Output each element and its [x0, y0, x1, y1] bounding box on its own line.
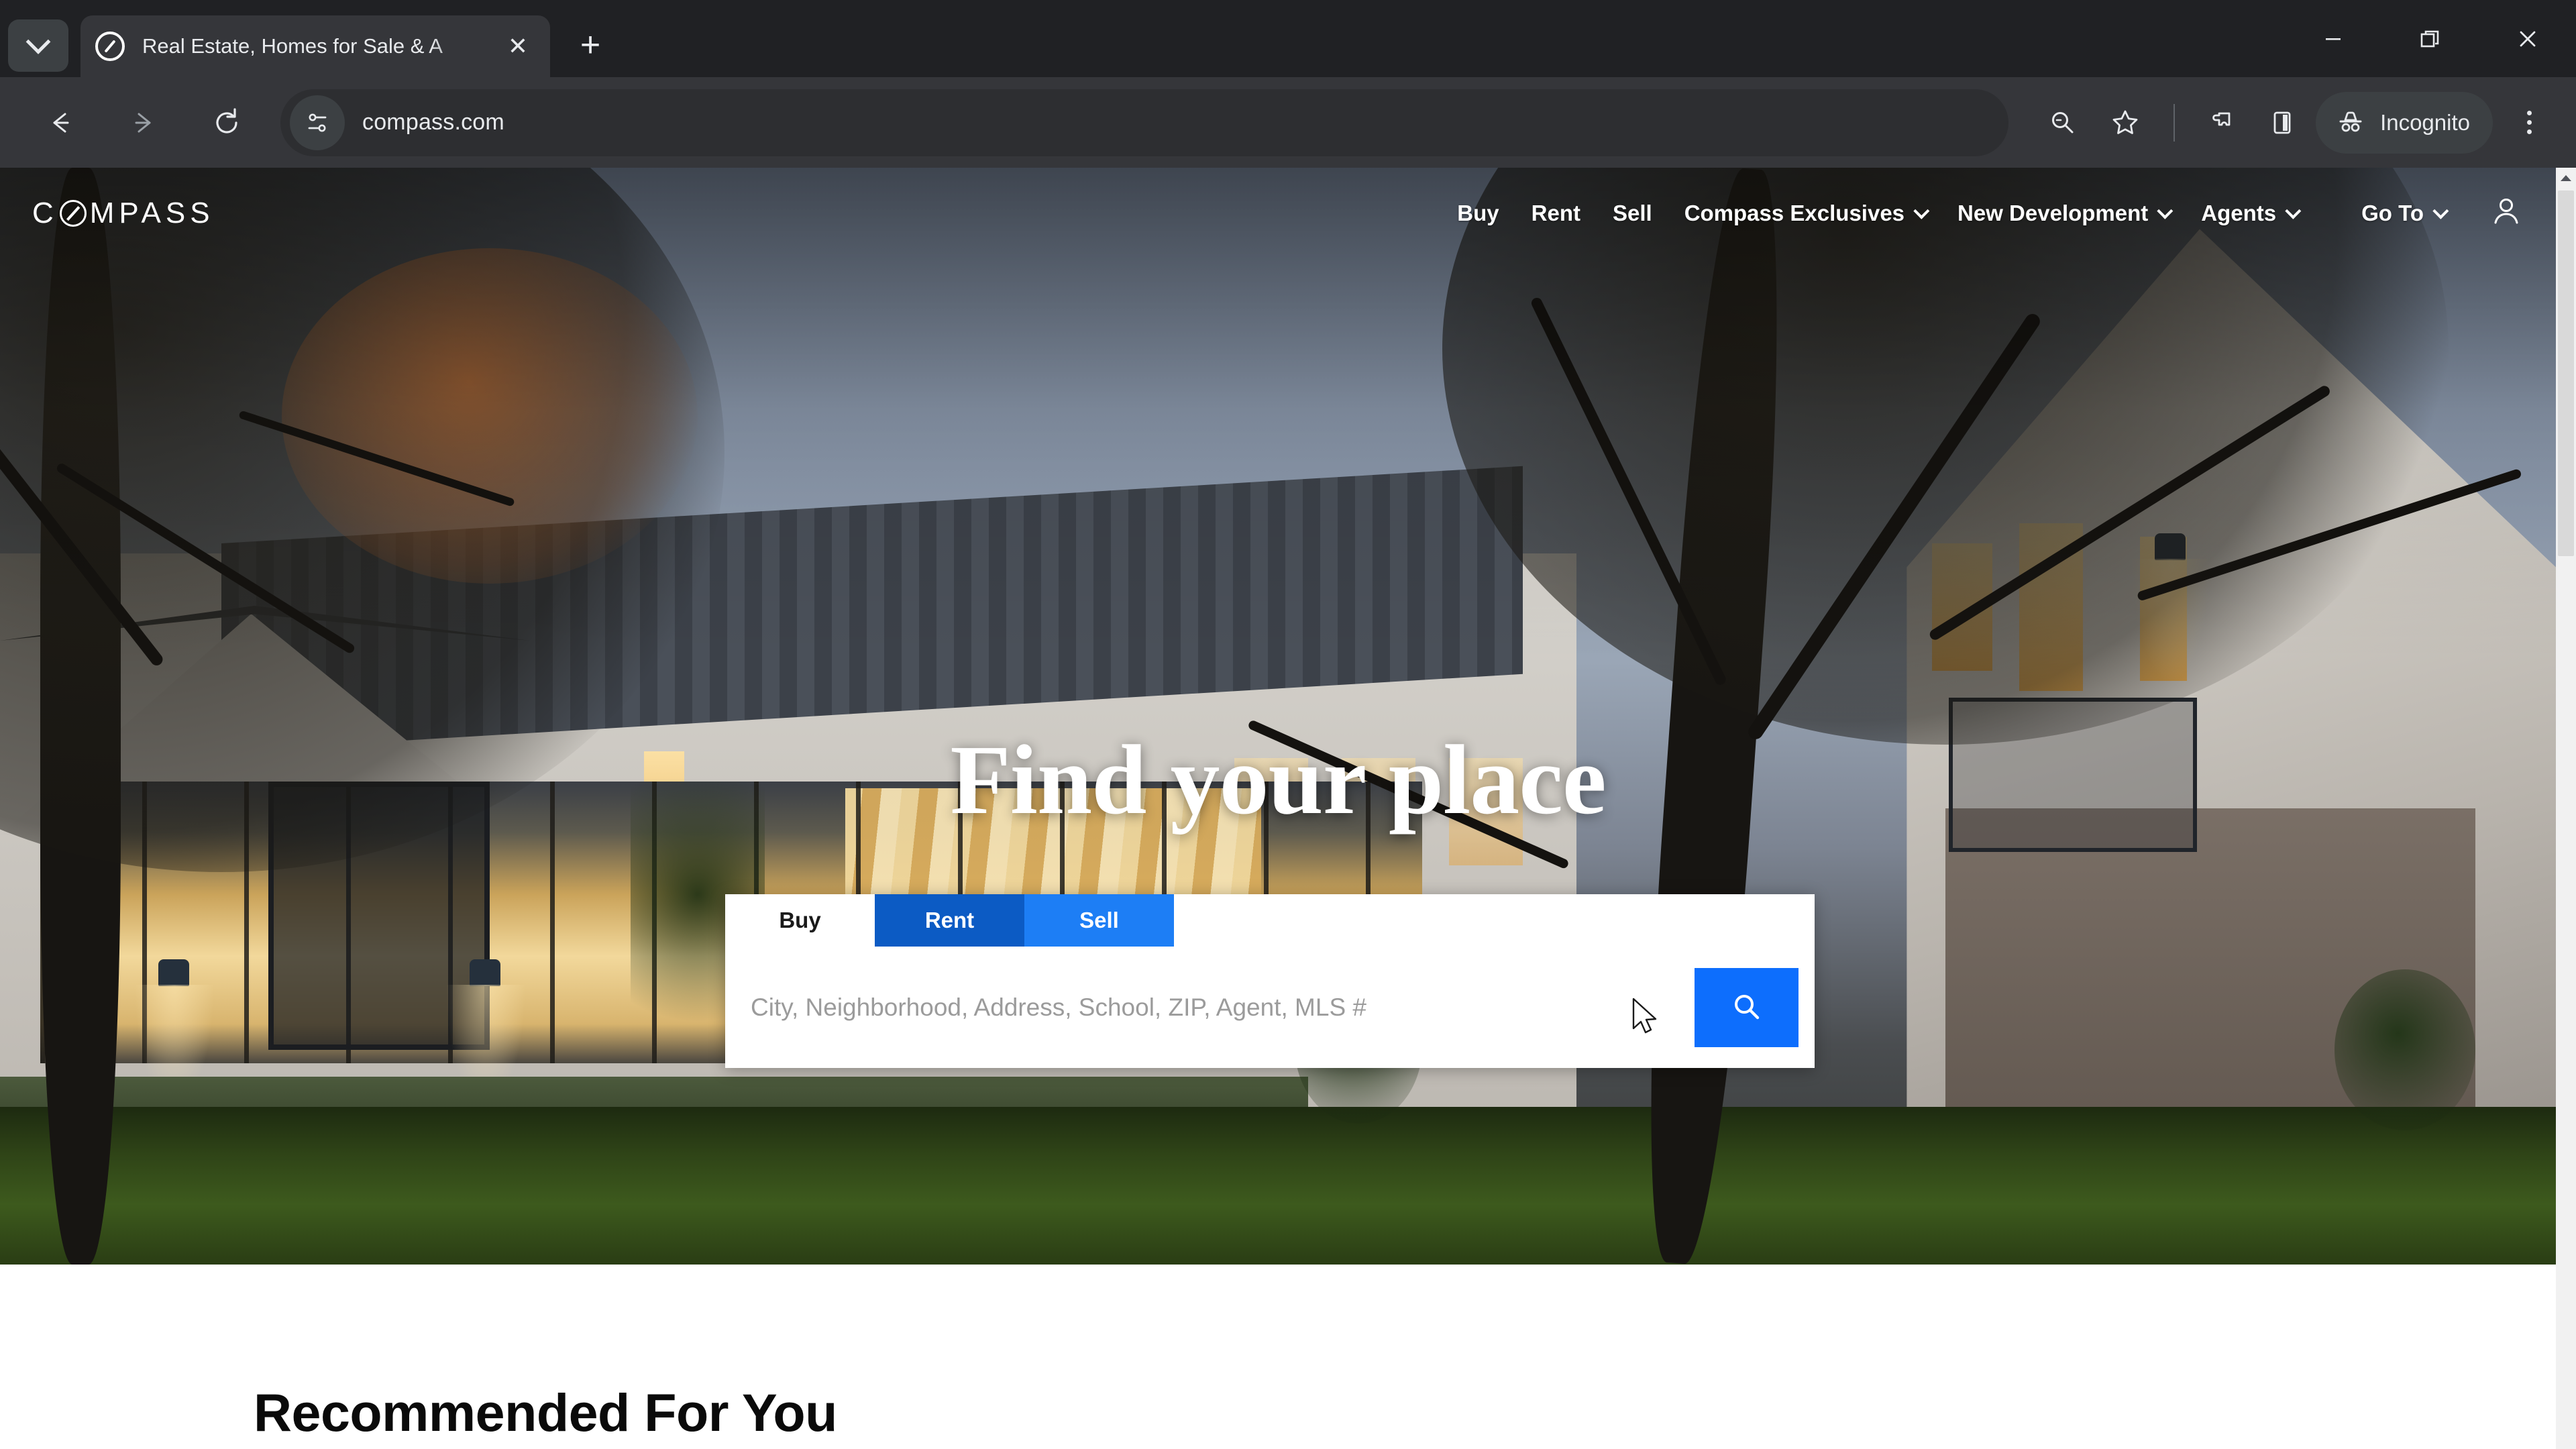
- compass-o-icon: [59, 199, 87, 227]
- search-tab-label: Sell: [1079, 908, 1119, 932]
- kebab-dot: [2526, 129, 2532, 134]
- search-submit-button[interactable]: [1695, 967, 1799, 1047]
- nav-item-rent[interactable]: Rent: [1515, 201, 1597, 226]
- nav-links: Buy Rent Sell Compass Exclusives New Dev…: [1441, 194, 2556, 232]
- minimize-button[interactable]: [2284, 0, 2381, 77]
- compass-logo[interactable]: C MPASS: [32, 197, 215, 230]
- search-input[interactable]: [751, 993, 1695, 1022]
- close-icon: [2520, 31, 2535, 46]
- nav-label: Agents: [2201, 200, 2277, 225]
- hero-search-card: Buy Rent Sell: [725, 894, 1815, 1068]
- chevron-down-icon: [2285, 203, 2302, 219]
- logo-text-after: MPASS: [89, 196, 215, 229]
- page-viewport: C MPASS Buy Rent Sell Compass Exclusives…: [0, 168, 2576, 1449]
- nav-item-new-development[interactable]: New Development: [1941, 201, 2185, 226]
- chevron-down-icon: [1913, 203, 1930, 219]
- star-icon: [2112, 110, 2138, 134]
- site-settings-button[interactable]: [290, 95, 345, 150]
- recommended-title: Recommended For You: [254, 1383, 837, 1442]
- nav-label: Buy: [1457, 200, 1499, 225]
- account-button[interactable]: [2489, 194, 2524, 232]
- search-tab-label: Rent: [924, 908, 975, 932]
- nav-item-agents[interactable]: Agents: [2185, 201, 2313, 226]
- back-button[interactable]: [24, 87, 97, 159]
- side-panel-button[interactable]: [2253, 93, 2312, 152]
- search-row: [725, 947, 1815, 1068]
- tab-strip: Real Estate, Homes for Sale & A ✕ +: [0, 0, 2576, 77]
- nav-item-go-to[interactable]: Go To: [2345, 201, 2461, 226]
- scroll-up-arrow-icon[interactable]: [2556, 168, 2576, 188]
- bookmark-button[interactable]: [2096, 93, 2155, 152]
- nav-label: Compass Exclusives: [1684, 200, 1905, 225]
- user-account-icon: [2494, 199, 2518, 224]
- hero-section: C MPASS Buy Rent Sell Compass Exclusives…: [0, 168, 2556, 1265]
- close-icon[interactable]: ✕: [500, 29, 535, 64]
- forward-arrow-icon: [135, 113, 151, 132]
- browser-tab[interactable]: Real Estate, Homes for Sale & A ✕: [80, 15, 550, 77]
- browser-window: Real Estate, Homes for Sale & A ✕ + comp…: [0, 0, 2576, 1449]
- extensions-button[interactable]: [2190, 93, 2249, 152]
- chevron-down-icon: [2432, 203, 2449, 219]
- scrollbar-thumb[interactable]: [2558, 191, 2574, 556]
- search-tab-rent[interactable]: Rent: [875, 894, 1024, 947]
- search-tab-bar: Buy Rent Sell: [725, 894, 1815, 947]
- extensions-puzzle-icon: [2212, 112, 2231, 125]
- chevron-down-icon: [25, 29, 51, 54]
- browser-toolbar: compass.com Incognito: [0, 77, 2576, 168]
- zoom-out-button[interactable]: [2033, 93, 2092, 152]
- reload-icon: [216, 107, 237, 133]
- nav-item-compass-exclusives[interactable]: Compass Exclusives: [1668, 201, 1941, 226]
- incognito-hat-icon: [2339, 111, 2362, 131]
- back-arrow-icon: [53, 113, 69, 132]
- address-bar[interactable]: compass.com: [280, 89, 2009, 156]
- new-tab-button[interactable]: +: [566, 21, 614, 69]
- url-text: compass.com: [362, 109, 504, 135]
- search-tab-buy[interactable]: Buy: [725, 894, 875, 947]
- compass-favicon-icon: [95, 32, 125, 61]
- tab-title: Real Estate, Homes for Sale & A: [142, 34, 443, 58]
- site-navigation: C MPASS Buy Rent Sell Compass Exclusives…: [0, 168, 2556, 258]
- chevron-down-icon: [2157, 203, 2174, 219]
- minimize-icon: [2325, 38, 2341, 40]
- toolbar-divider: [2174, 103, 2176, 142]
- side-panel-icon: [2273, 111, 2291, 133]
- recommended-section: Recommended For You: [0, 1265, 2556, 1449]
- zoom-out-icon: [2052, 111, 2074, 133]
- incognito-indicator[interactable]: Incognito: [2316, 91, 2493, 154]
- hero-overlay: [0, 168, 2556, 1265]
- reload-button[interactable]: [191, 87, 263, 159]
- nav-label: Go To: [2361, 200, 2424, 225]
- close-window-button[interactable]: [2479, 0, 2576, 77]
- search-tab-label: Buy: [779, 908, 821, 932]
- nav-item-sell[interactable]: Sell: [1597, 201, 1668, 226]
- chrome-menu-button[interactable]: [2497, 91, 2561, 155]
- incognito-label: Incognito: [2380, 109, 2470, 135]
- forward-button[interactable]: [107, 87, 180, 159]
- kebab-dot: [2526, 111, 2532, 115]
- nav-label: Rent: [1531, 200, 1580, 225]
- window-controls: [2284, 0, 2576, 77]
- nav-label: Sell: [1612, 200, 1652, 225]
- page-settings-icon: [308, 113, 327, 131]
- nav-item-buy[interactable]: Buy: [1441, 201, 1515, 226]
- kebab-dot: [2526, 120, 2532, 125]
- page-scrollbar[interactable]: [2556, 168, 2576, 1449]
- restore-icon: [2420, 30, 2438, 47]
- logo-text-before: C: [32, 196, 58, 229]
- search-tab-sell[interactable]: Sell: [1024, 894, 1174, 947]
- search-icon: [1734, 994, 1759, 1019]
- hero-headline: Find your place: [950, 725, 1606, 835]
- tab-search-button[interactable]: [8, 19, 68, 72]
- maximize-button[interactable]: [2381, 0, 2479, 77]
- nav-label: New Development: [1957, 200, 2149, 225]
